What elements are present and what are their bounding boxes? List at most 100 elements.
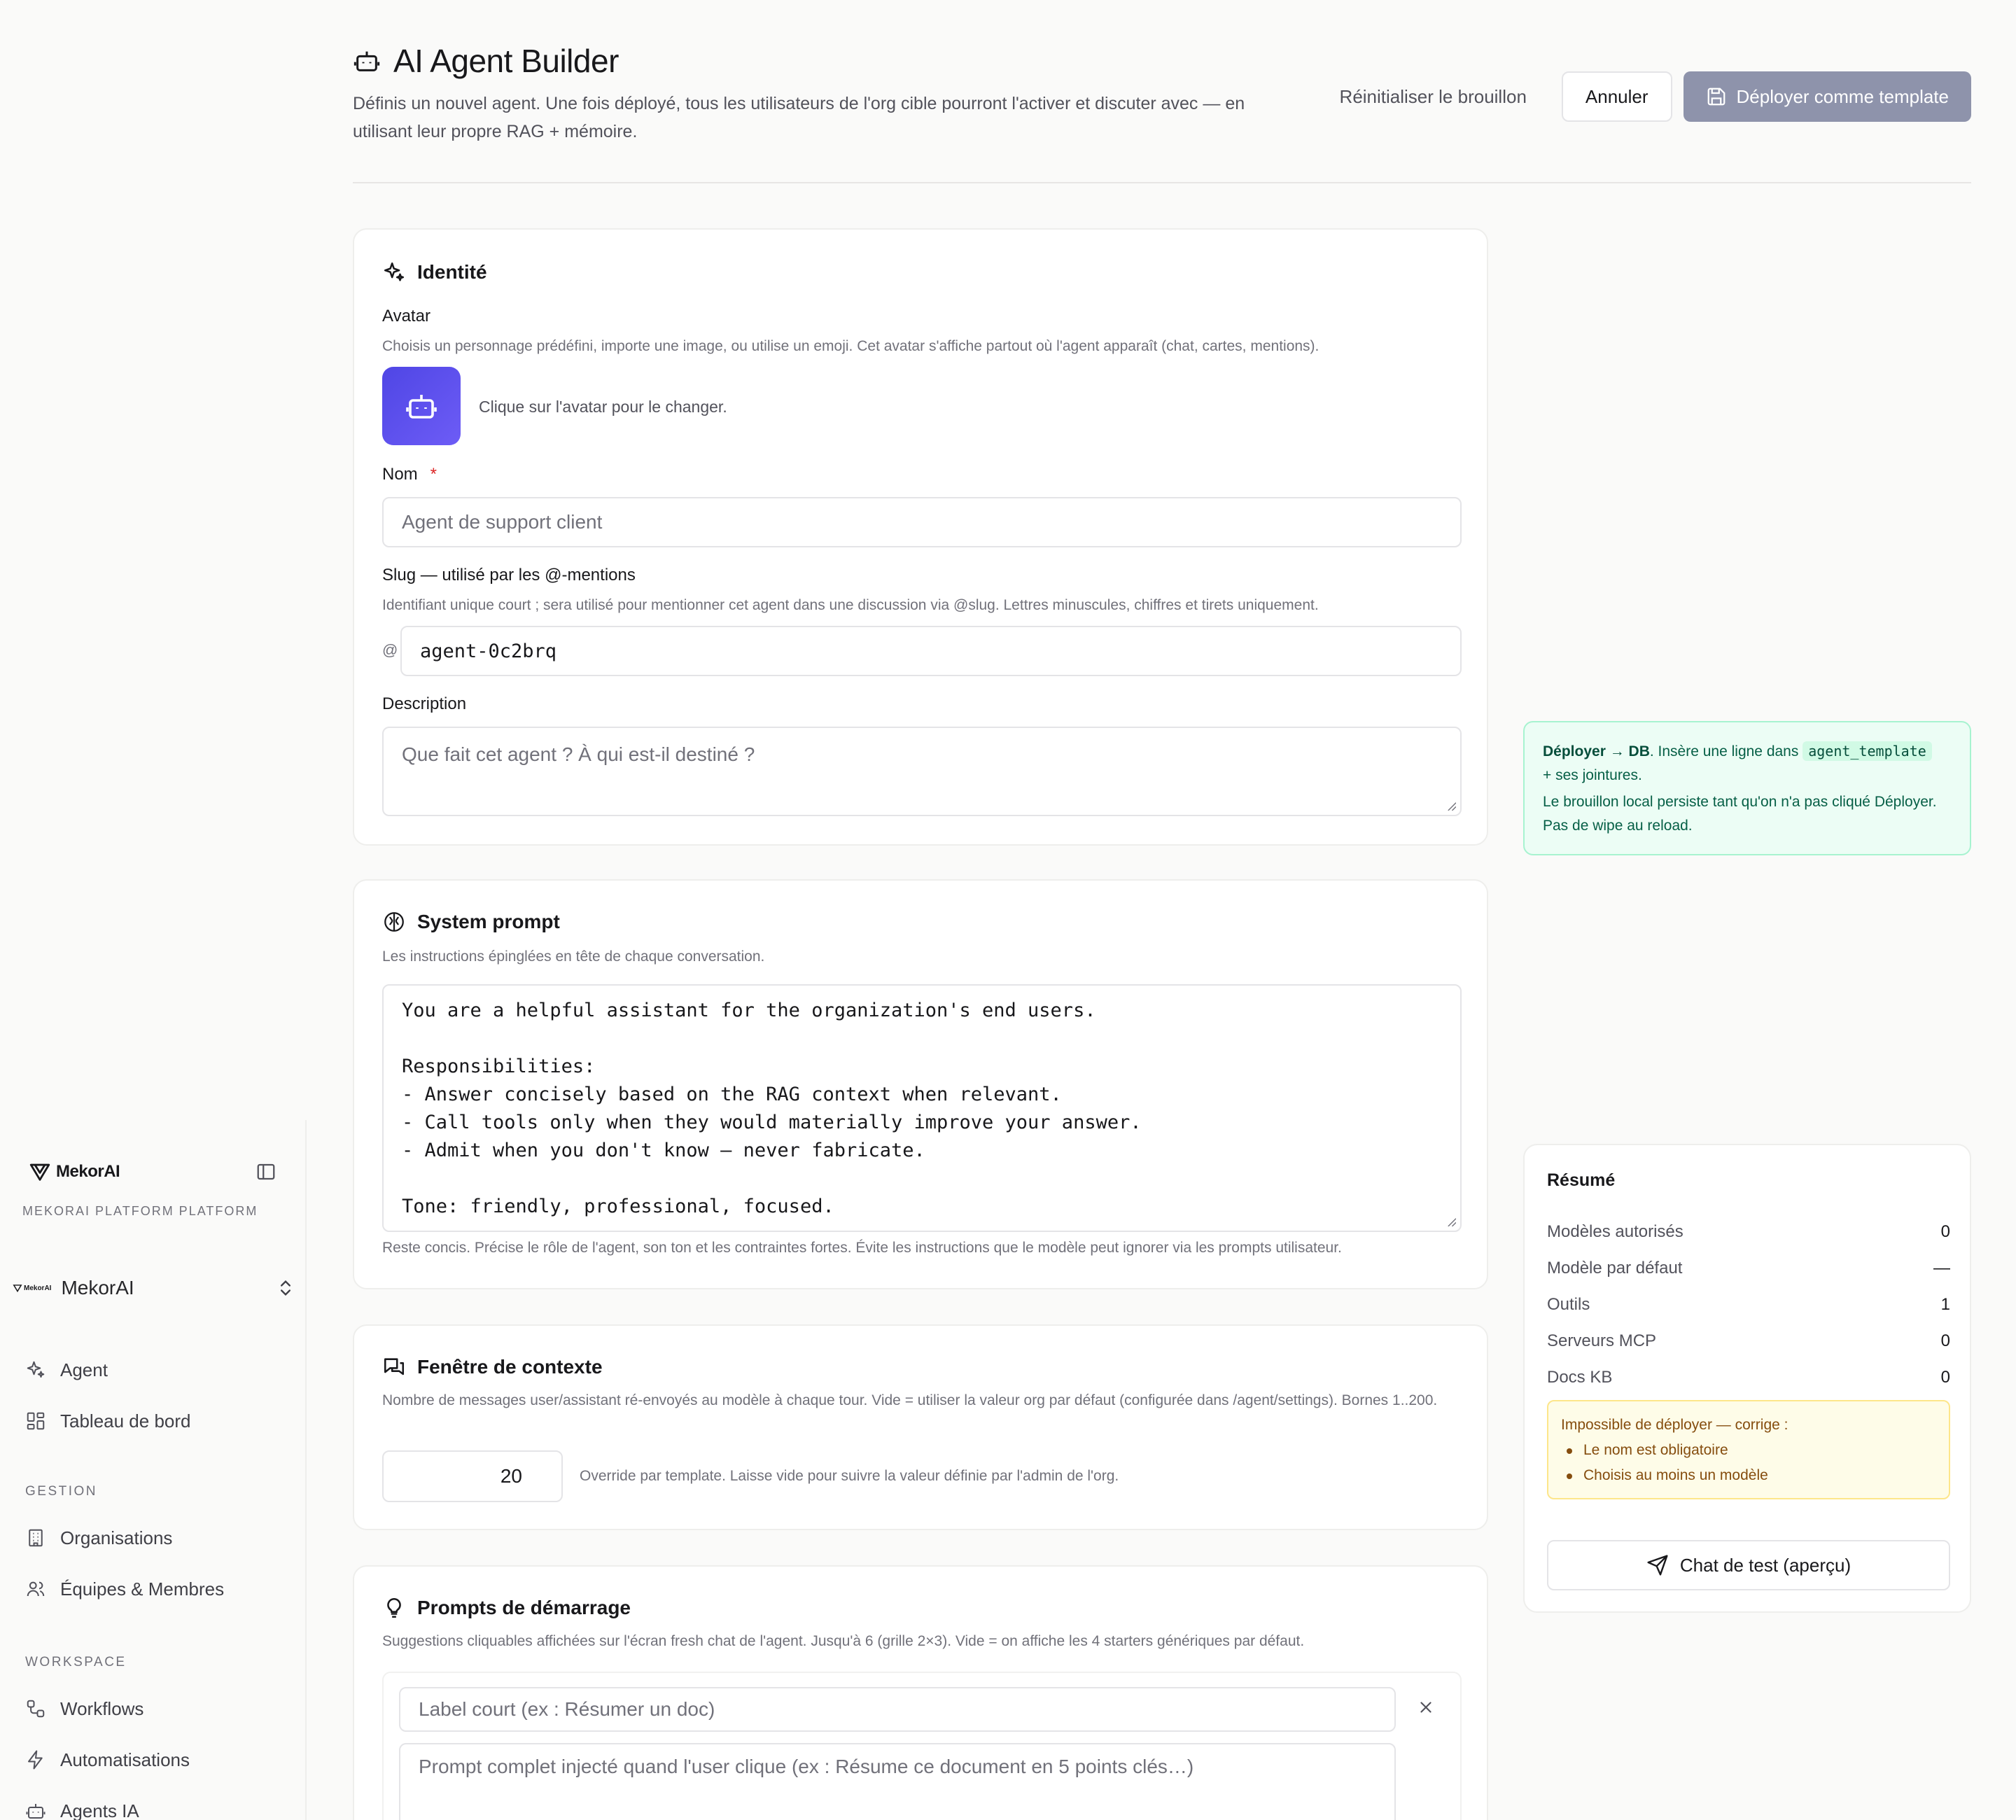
sidebar-item-label: Workflows xyxy=(60,1698,144,1719)
deploy-info-text3: Le brouillon local persiste tant qu'on n… xyxy=(1543,794,1937,834)
description-textarea[interactable]: Que fait cet agent ? À qui est-il destin… xyxy=(382,727,1462,816)
card-title-text: System prompt xyxy=(417,911,560,932)
test-chat-label: Chat de test (aperçu) xyxy=(1679,1554,1851,1576)
slug-input[interactable]: agent-0c2brq xyxy=(400,626,1462,676)
starter-prompt-placeholder: Prompt complet injecté quand l'user cliq… xyxy=(419,1756,1194,1777)
sidebar-item-workflows[interactable]: Workflows xyxy=(25,1692,291,1726)
starter-prompt-textarea[interactable]: Prompt complet injecté quand l'user cliq… xyxy=(399,1743,1396,1820)
summary-row: Outils 1 xyxy=(1547,1295,1950,1315)
sidebar-item-label: Équipes & Membres xyxy=(60,1578,225,1600)
name-label-text: Nom xyxy=(382,465,418,484)
sidebar-item-teams[interactable]: Équipes & Membres xyxy=(25,1572,291,1606)
platform-label: MEKORAI PLATFORM PLATFORM xyxy=(22,1204,258,1218)
summary-label: Outils xyxy=(1547,1295,1590,1314)
identity-card: Identité Avatar Choisis un personnage pr… xyxy=(353,228,1488,846)
users-icon xyxy=(27,1581,45,1597)
system-prompt-value: You are a helpful assistant for the orga… xyxy=(402,1000,1142,1217)
workflow-icon xyxy=(27,1700,45,1718)
description-placeholder: Que fait cet agent ? À qui est-il destin… xyxy=(402,743,755,765)
close-icon[interactable] xyxy=(1417,1698,1435,1716)
deploy-info-text1: . Insère une ligne dans xyxy=(1649,743,1803,760)
building-icon xyxy=(29,1529,43,1547)
org-mini-logo: MekorAI xyxy=(13,1283,51,1293)
messages-icon xyxy=(384,1358,405,1376)
sidebar-item-label: Agents IA xyxy=(60,1800,139,1820)
sidebar: MekorAI MEKORAI PLATFORM PLATFORM MekorA… xyxy=(0,1120,307,1820)
description-label: Description xyxy=(382,694,467,713)
summary-row: Modèle par défaut — xyxy=(1547,1259,1950,1278)
sidebar-item-ai-agents[interactable]: Agents IA xyxy=(25,1794,291,1820)
system-prompt-footer-help: Reste concis. Précise le rôle de l'agent… xyxy=(382,1240,1342,1256)
card-title-text: Fenêtre de contexte xyxy=(417,1356,603,1378)
sidebar-item-agent[interactable]: Agent xyxy=(25,1353,291,1387)
save-icon xyxy=(1707,88,1725,106)
warning-title: Impossible de déployer — corrige : xyxy=(1561,1417,1788,1433)
context-window-help: Nombre de messages user/assistant ré-env… xyxy=(382,1392,1438,1408)
sidebar-toggle-button[interactable] xyxy=(253,1159,279,1184)
sparkles-icon xyxy=(384,262,405,281)
summary-value: 0 xyxy=(1940,1368,1950,1387)
starters-help: Suggestions cliquables affichées sur l'é… xyxy=(382,1633,1305,1649)
avatar-help: Choisis un personnage prédéfini, importe… xyxy=(382,338,1320,354)
deploy-warning-box: Impossible de déployer — corrige : Le no… xyxy=(1547,1400,1950,1499)
context-window-input[interactable]: 20 xyxy=(382,1450,563,1502)
summary-value: 1 xyxy=(1940,1295,1950,1314)
reset-draft-button[interactable]: Réinitialiser le brouillon xyxy=(1340,86,1527,108)
page-title: AI Agent Builder xyxy=(393,43,619,79)
summary-label: Modèle par défaut xyxy=(1547,1259,1683,1278)
system-prompt-title: System prompt xyxy=(382,910,560,934)
sidebar-item-dashboard[interactable]: Tableau de bord xyxy=(25,1404,291,1438)
chevrons-up-down-icon xyxy=(281,1280,290,1296)
slug-prefix: @ xyxy=(382,641,398,659)
warning-item: Le nom est obligatoire xyxy=(1561,1438,1936,1463)
warning-list: Le nom est obligatoire Choisis au moins … xyxy=(1561,1438,1936,1488)
required-marker: * xyxy=(430,465,438,484)
slug-help: Identifiant unique court ; sera utilisé … xyxy=(382,597,1319,613)
avatar-label: Avatar xyxy=(382,307,430,326)
org-name: MekorAI xyxy=(61,1277,134,1298)
name-label: Nom * xyxy=(382,465,437,484)
resize-handle-icon[interactable] xyxy=(1446,1217,1456,1226)
summary-row: Modèles autorisés 0 xyxy=(1547,1222,1950,1242)
system-prompt-card: System prompt Les instructions épinglées… xyxy=(353,879,1488,1289)
dashboard-icon xyxy=(27,1412,45,1430)
sidebar-item-label: Organisations xyxy=(60,1527,173,1548)
summary-value: — xyxy=(1933,1259,1950,1278)
page-subtitle: Définis un nouvel agent. Une fois déploy… xyxy=(353,94,1245,141)
summary-value: 0 xyxy=(1940,1331,1950,1350)
org-mini-label: MekorAI xyxy=(24,1284,52,1292)
deploy-template-button[interactable]: Déployer comme template xyxy=(1683,71,1971,122)
sidebar-item-label: Automatisations xyxy=(60,1749,190,1770)
card-title-text: Identité xyxy=(417,261,487,283)
name-input[interactable]: Agent de support client xyxy=(382,497,1462,547)
summary-panel: Résumé Modèles autorisés 0 Modèle par déf… xyxy=(1523,1144,1971,1613)
cancel-button[interactable]: Annuler xyxy=(1561,71,1672,122)
starters-card: Prompts de démarrage Suggestions cliquab… xyxy=(353,1565,1488,1820)
sidebar-item-label: Agent xyxy=(60,1359,108,1380)
system-prompt-help: Les instructions épinglées en tête de ch… xyxy=(382,948,765,965)
avatar-picker[interactable] xyxy=(382,367,461,445)
sidebar-panel-icon xyxy=(257,1163,275,1180)
brand-row: MekorAI xyxy=(28,1156,279,1187)
starter-label-input[interactable]: Label court (ex : Résumer un doc) xyxy=(399,1687,1396,1732)
mekorai-logo-icon xyxy=(29,1163,50,1181)
deploy-label: Déployer comme template xyxy=(1736,85,1949,107)
bot-icon xyxy=(354,51,380,71)
context-window-card: Fenêtre de contexte Nombre de messages u… xyxy=(353,1324,1488,1530)
sidebar-item-organisations[interactable]: Organisations xyxy=(25,1521,291,1555)
header-actions: Réinitialiser le brouillon Annuler Déplo… xyxy=(1340,71,1971,122)
deploy-info-line1: Déployer → DB. Insère une ligne dans age… xyxy=(1543,739,1952,764)
bot-icon xyxy=(406,395,437,419)
system-prompt-textarea[interactable]: You are a helpful assistant for the orga… xyxy=(382,984,1462,1232)
starter-item: Label court (ex : Résumer un doc) Prompt… xyxy=(382,1672,1462,1820)
mekorai-mini-logo-icon xyxy=(13,1284,22,1293)
deploy-info-strong: Déployer → DB xyxy=(1543,743,1650,760)
resize-handle-icon[interactable] xyxy=(1446,801,1456,811)
org-switcher[interactable]: MekorAI MekorAI xyxy=(13,1267,295,1309)
lightbulb-icon xyxy=(387,1597,401,1618)
test-chat-button[interactable]: Chat de test (aperçu) xyxy=(1547,1540,1950,1590)
sidebar-item-automations[interactable]: Automatisations xyxy=(25,1743,291,1777)
brand-logo[interactable]: MekorAI xyxy=(28,1160,120,1184)
sparkles-icon xyxy=(27,1361,45,1378)
context-window-title: Fenêtre de contexte xyxy=(382,1355,603,1379)
